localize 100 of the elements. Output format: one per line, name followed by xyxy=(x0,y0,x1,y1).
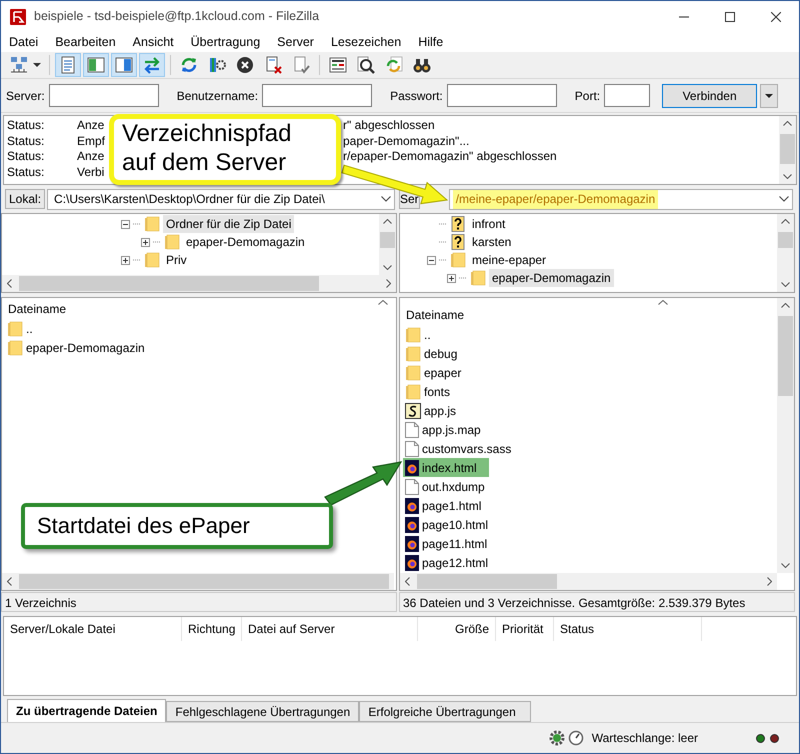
scroll-thumb[interactable] xyxy=(778,232,793,248)
tree-item[interactable]: Ordner für die Zip Datei xyxy=(163,215,294,233)
scroll-left-icon xyxy=(405,577,410,586)
queue-status: Warteschlange: leer xyxy=(592,730,698,747)
log-text: Empf xyxy=(77,134,106,149)
column-header[interactable]: Status xyxy=(554,617,702,641)
expand-icon[interactable] xyxy=(140,238,150,246)
callout: Verzeichnispfad auf dem Server xyxy=(109,114,341,185)
file-row[interactable]: out.hxdump xyxy=(403,477,497,496)
refresh-icon xyxy=(179,55,199,75)
folder-icon xyxy=(7,320,23,336)
toolbar-button[interactable] xyxy=(111,53,137,77)
file-row[interactable]: page12.html xyxy=(403,553,500,572)
file-row[interactable]: .. xyxy=(5,319,45,338)
tree-line-icon xyxy=(133,259,141,261)
tree-item[interactable]: Priv xyxy=(163,251,190,269)
collapse-icon[interactable] xyxy=(426,256,436,264)
expand-icon[interactable] xyxy=(120,256,130,264)
collapse-icon[interactable] xyxy=(120,220,130,228)
column-header[interactable]: Größe xyxy=(418,617,496,641)
tree-item[interactable]: karsten xyxy=(469,233,514,251)
file-icon xyxy=(405,422,419,438)
file-name: index.html xyxy=(422,460,477,476)
menu-item[interactable]: Übertragung xyxy=(190,32,260,52)
columns-compare-icon xyxy=(328,55,348,75)
scrollbar[interactable] xyxy=(379,214,396,275)
expand-icon[interactable] xyxy=(446,274,456,282)
file-row[interactable]: page1.html xyxy=(403,496,494,515)
menu-item[interactable]: Bearbeiten xyxy=(55,32,116,52)
file-name: debug xyxy=(424,346,458,362)
tab[interactable]: Erfolgreiche Übertragungen xyxy=(359,701,532,722)
file-name: app.js.map xyxy=(422,422,481,438)
scrollbar[interactable] xyxy=(2,275,396,292)
scroll-thumb[interactable] xyxy=(417,574,557,589)
connect-button[interactable]: Verbinden xyxy=(662,84,758,108)
folder-icon xyxy=(144,216,160,232)
column-header[interactable]: Richtung xyxy=(182,617,242,641)
column-header[interactable]: Priorität xyxy=(496,617,554,641)
path-field[interactable]: /meine-epaper/epaper-Demomagazin xyxy=(448,188,793,210)
input-field[interactable] xyxy=(48,84,159,107)
dropdown-button[interactable] xyxy=(760,84,778,108)
question-mark-icon xyxy=(450,216,466,232)
pane-status: 1 Verzeichnis xyxy=(1,592,397,612)
column-header[interactable]: Dateiname xyxy=(5,299,396,319)
file-row[interactable]: epaper xyxy=(403,363,474,382)
sort-icon xyxy=(378,300,388,305)
file-row[interactable]: debug xyxy=(403,344,470,363)
scroll-thumb[interactable] xyxy=(19,574,389,589)
file-row[interactable]: page10.html xyxy=(403,515,500,534)
path-field[interactable]: C:\Users\Karsten\Desktop\Ordner für die Zip Datei\ xyxy=(47,188,395,210)
scrollbar[interactable] xyxy=(777,214,794,292)
file-row[interactable]: customvars.sass xyxy=(403,439,524,458)
scroll-thumb[interactable] xyxy=(380,232,395,248)
menu-item[interactable]: Hilfe xyxy=(418,32,444,52)
path-text: /meine-epaper/epaper-Demomagazin xyxy=(452,190,658,208)
scroll-thumb[interactable] xyxy=(780,134,795,164)
browser-file-icon xyxy=(405,536,419,552)
toolbar-button[interactable] xyxy=(83,53,109,77)
file-row[interactable]: .. xyxy=(403,325,443,344)
scroll-down-icon xyxy=(781,282,790,287)
tree-item[interactable]: epaper-Demomagazin xyxy=(489,269,614,287)
menu-item[interactable]: Datei xyxy=(9,32,38,52)
scrollbar[interactable] xyxy=(779,116,796,184)
column-header[interactable]: Datei auf Server xyxy=(242,617,418,641)
close-icon xyxy=(771,12,781,22)
file-name: epaper xyxy=(424,364,462,382)
file-row[interactable]: app.js xyxy=(403,401,468,420)
scrollbar[interactable] xyxy=(777,298,794,573)
scroll-thumb[interactable] xyxy=(19,276,319,291)
column-header[interactable]: Server/Lokale Datei xyxy=(4,617,182,641)
file-row[interactable]: page11.html xyxy=(403,534,500,553)
tree-line-icon xyxy=(439,259,447,261)
input-field[interactable] xyxy=(604,84,650,107)
tree-item[interactable]: epaper-Demomagazin xyxy=(183,233,308,251)
file-row[interactable]: index.html xyxy=(403,458,489,477)
menu-item[interactable]: Lesezeichen xyxy=(330,32,402,52)
tab[interactable]: Zu übertragende Dateien xyxy=(7,699,166,722)
scroll-up-icon xyxy=(783,121,792,126)
toolbar-button[interactable] xyxy=(55,53,81,77)
menu-item[interactable]: Ansicht xyxy=(132,32,174,52)
file-row[interactable]: fonts xyxy=(403,382,462,401)
scroll-thumb[interactable] xyxy=(778,316,793,396)
tree-item[interactable]: meine-epaper xyxy=(469,251,550,269)
file-name: out.hxdump xyxy=(422,478,485,496)
menu-item[interactable]: Server xyxy=(277,32,314,52)
tree-item[interactable]: infront xyxy=(469,215,508,233)
folder-icon xyxy=(405,364,421,380)
file-row[interactable]: epaper-Demomagazin xyxy=(5,338,157,357)
scrollbar[interactable] xyxy=(400,573,777,590)
input-field[interactable] xyxy=(262,84,372,107)
column-header[interactable]: Dateiname xyxy=(403,305,777,325)
file-row[interactable]: app.js.map xyxy=(403,420,493,439)
scrollbar[interactable] xyxy=(2,573,394,590)
scroll-left-icon xyxy=(7,279,12,288)
input-field[interactable] xyxy=(446,84,557,107)
browser-file-icon xyxy=(405,554,419,570)
script-file-icon xyxy=(405,402,421,418)
tab[interactable]: Fehlgeschlagene Übertragungen xyxy=(166,701,360,722)
field-label: Server: xyxy=(6,88,45,104)
folder-icon xyxy=(7,340,23,356)
